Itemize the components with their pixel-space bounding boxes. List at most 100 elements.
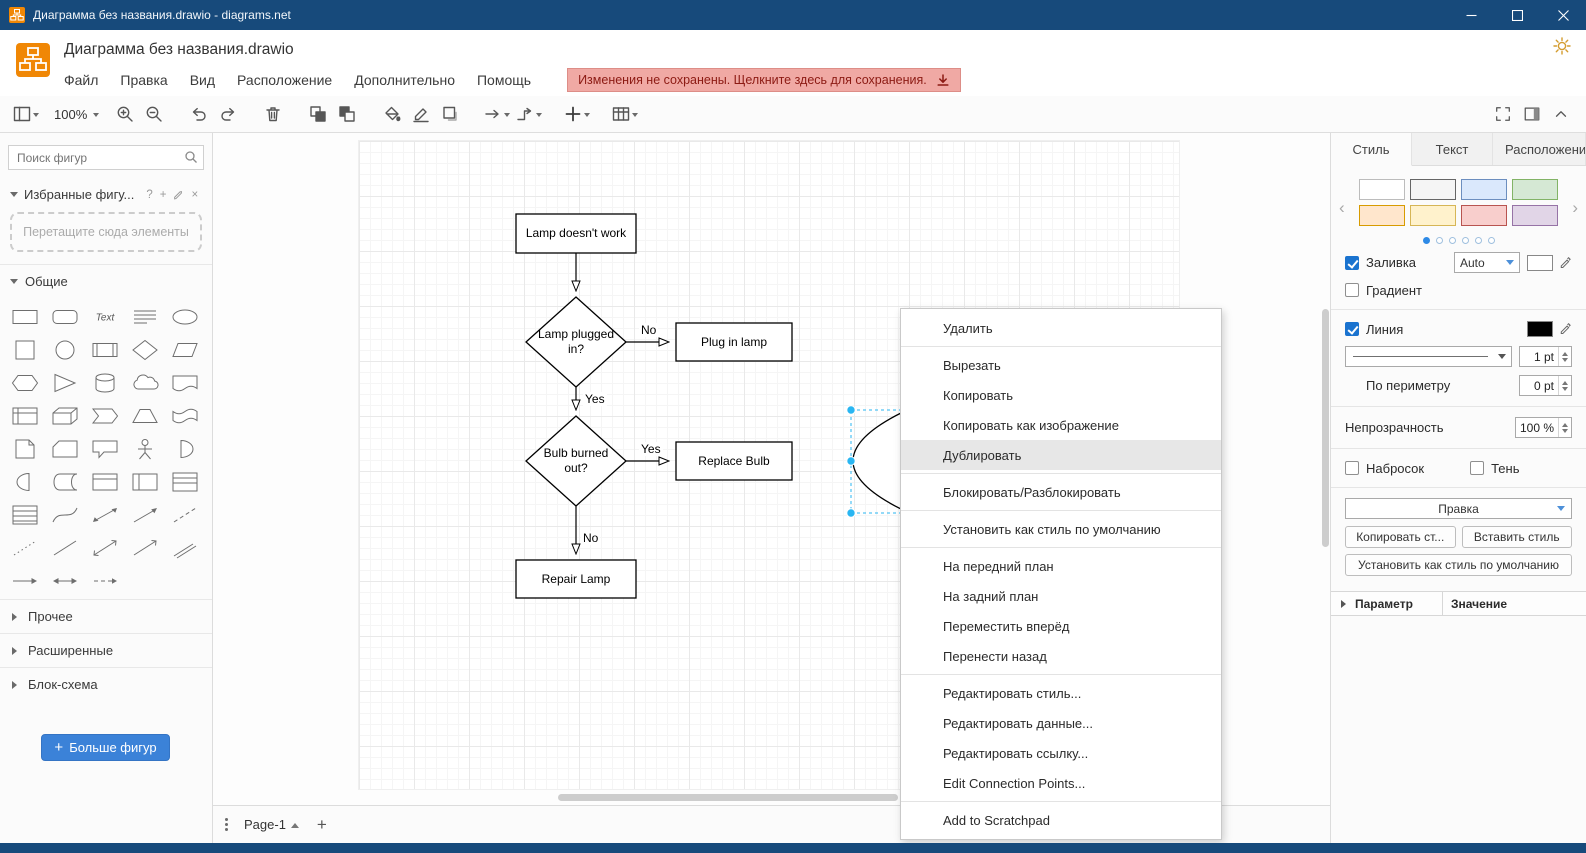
shadow-button[interactable] (438, 101, 462, 127)
shape-tool-internal-storage[interactable] (5, 399, 45, 432)
shape-tool-directional-connector[interactable] (125, 531, 165, 564)
preset-page-dot[interactable] (1435, 237, 1443, 244)
fill-mode-select[interactable]: Auto (1454, 252, 1520, 273)
fill-color-swatch[interactable] (1527, 254, 1553, 271)
shape-tool-text[interactable]: Text (85, 300, 125, 333)
shape-tool-textbox[interactable] (125, 300, 165, 333)
zoom-in-button[interactable] (113, 101, 137, 127)
line-color-swatch[interactable] (1527, 321, 1553, 337)
sidebar-section-advanced[interactable]: Расширенные (0, 633, 212, 667)
view-toggle-button[interactable] (12, 101, 39, 127)
edit-style-select[interactable]: Правка (1345, 498, 1572, 519)
selection-handle[interactable] (846, 456, 856, 466)
shape-tool-hexagon[interactable] (5, 366, 45, 399)
menu-item-lock-unlock[interactable]: Блокировать/Разблокировать (901, 477, 1221, 507)
sidebar-section-misc[interactable]: Прочее (0, 599, 212, 633)
tab-arrange[interactable]: Расположение (1493, 133, 1586, 165)
shape-tool-card[interactable] (45, 432, 85, 465)
shape-tool-diamond[interactable] (125, 333, 165, 366)
menu-item-cut[interactable]: Вырезать (901, 350, 1221, 380)
shape-tool-dashed-line[interactable] (165, 498, 205, 531)
maximize-button[interactable] (1494, 0, 1540, 30)
shape-tool-rectangle[interactable] (5, 300, 45, 333)
edit-icon[interactable] (173, 189, 184, 200)
node-decision2-label[interactable]: Bulb burned out? (536, 441, 616, 481)
menu-item-delete[interactable]: Удалить (901, 313, 1221, 343)
menu-item-duplicate[interactable]: Дублировать (901, 440, 1221, 470)
node-decision1-label[interactable]: Lamp plugged in? (536, 322, 616, 362)
canvas-horizontal-scrollbar[interactable] (558, 794, 898, 801)
shape-tool-ellipse[interactable] (165, 300, 205, 333)
property-column-header[interactable]: Параметр (1331, 592, 1443, 615)
shadow-checkbox[interactable] (1470, 461, 1485, 475)
copy-style-button[interactable]: Копировать ст... (1345, 526, 1456, 548)
more-shapes-button[interactable]: + Больше фигур (41, 734, 170, 761)
undo-button[interactable] (187, 101, 211, 127)
set-default-style-button[interactable]: Установить как стиль по умолчанию (1345, 554, 1572, 576)
shape-tool-arrow[interactable] (125, 498, 165, 531)
shape-tool-triangle[interactable] (45, 366, 85, 399)
shape-search-input[interactable] (8, 145, 204, 170)
menu-item-copy[interactable]: Копировать (901, 380, 1221, 410)
selection-handle[interactable] (846, 405, 856, 415)
delete-button[interactable] (261, 101, 285, 127)
unsaved-changes-banner[interactable]: Изменения не сохранены. Щелкните здесь д… (567, 68, 961, 92)
style-preset-swatch[interactable] (1410, 179, 1456, 200)
shape-tool-tape[interactable] (165, 399, 205, 432)
shape-tool-cube[interactable] (45, 399, 85, 432)
line-width-stepper[interactable]: 1 pt (1519, 346, 1572, 367)
presets-prev-icon[interactable]: ‹ (1339, 198, 1345, 218)
search-icon[interactable] (184, 150, 198, 167)
preset-page-dot[interactable] (1422, 237, 1430, 244)
style-preset-swatch[interactable] (1359, 179, 1405, 200)
expand-properties-icon[interactable] (1341, 599, 1350, 608)
shape-tool-double-arrow[interactable] (45, 564, 85, 597)
shape-tool-vertical-container[interactable] (125, 465, 165, 498)
menu-item-edit-link[interactable]: Редактировать ссылку... (901, 738, 1221, 768)
shape-tool-note[interactable] (5, 432, 45, 465)
fullscreen-button[interactable] (1491, 101, 1515, 127)
shape-tool-callout[interactable] (85, 432, 125, 465)
paste-style-button[interactable]: Вставить стиль (1461, 526, 1572, 548)
favorites-dropzone[interactable]: Перетащите сюда элементы (10, 212, 202, 252)
edge-label-no-1[interactable]: No (639, 323, 659, 337)
shape-tool-circle[interactable] (45, 333, 85, 366)
fill-checkbox[interactable] (1345, 255, 1359, 270)
shape-tool-dashed-arrow[interactable] (85, 564, 125, 597)
shape-tool-cloud[interactable] (125, 366, 165, 399)
opacity-stepper[interactable]: 100 % (1514, 417, 1572, 438)
menu-item-set-as-default-style[interactable]: Установить как стиль по умолчанию (901, 514, 1221, 544)
help-icon[interactable]: ? (146, 189, 152, 201)
style-preset-swatch[interactable] (1512, 179, 1558, 200)
menu-arrange[interactable]: Расположение (237, 72, 332, 88)
favorites-section-header[interactable]: Избранные фигу... ? + × (0, 184, 212, 205)
shape-tool-container[interactable] (85, 465, 125, 498)
edge-label-yes-2[interactable]: Yes (639, 442, 663, 456)
menu-item-to-back[interactable]: На задний план (901, 581, 1221, 611)
shape-tool-list-item[interactable] (5, 498, 45, 531)
shape-tool-and[interactable] (5, 465, 45, 498)
edge-label-no-2[interactable]: No (581, 531, 601, 545)
presets-next-icon[interactable]: › (1572, 198, 1578, 218)
style-preset-swatch[interactable] (1512, 205, 1558, 226)
shape-tool-trapezoid[interactable] (125, 399, 165, 432)
menu-item-bring-forward[interactable]: Переместить вперёд (901, 611, 1221, 641)
connection-style-button[interactable] (483, 101, 511, 127)
shape-tool-square[interactable] (5, 333, 45, 366)
node-start-label[interactable]: Lamp doesn't work (516, 214, 636, 253)
node-plug-label[interactable]: Plug in lamp (676, 323, 792, 361)
shape-tool-bidirectional-connector[interactable] (85, 531, 125, 564)
shape-tool-process[interactable] (85, 333, 125, 366)
redo-button[interactable] (216, 101, 240, 127)
page-tab[interactable]: Page-1 (244, 817, 299, 832)
selection-handle[interactable] (846, 508, 856, 518)
add-page-button[interactable]: + (317, 815, 327, 835)
shape-tool-thin-arrow[interactable] (5, 564, 45, 597)
shape-tool-bidirectional-arrow[interactable] (85, 498, 125, 531)
shape-tool-parallelogram[interactable] (165, 333, 205, 366)
shape-tool-step[interactable] (85, 399, 125, 432)
to-front-button[interactable] (306, 101, 330, 127)
menu-item-copy-as-image[interactable]: Копировать как изображение (901, 410, 1221, 440)
format-panel-toggle-button[interactable] (1520, 101, 1544, 127)
line-checkbox[interactable] (1345, 322, 1359, 336)
